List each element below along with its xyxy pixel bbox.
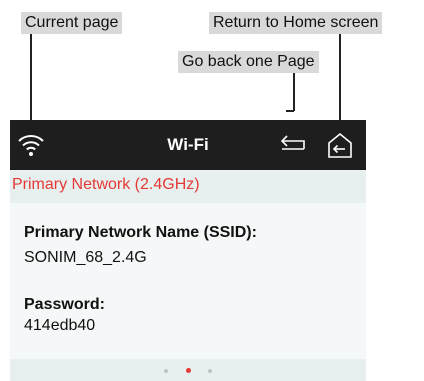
leader-return-home (339, 34, 341, 128)
leader-go-back-hook (286, 110, 294, 112)
page-title: Wi-Fi (167, 135, 209, 154)
callout-go-back: Go back one Page (178, 51, 319, 73)
page-indicator (10, 365, 366, 377)
password-label: Password: (24, 296, 105, 313)
page-dot (164, 369, 168, 373)
section-header: Primary Network (2.4GHz) (12, 176, 200, 193)
top-bar: Wi-Fi (10, 120, 366, 170)
home-back-icon[interactable] (326, 131, 354, 159)
page-dot-active (186, 368, 191, 373)
network-card: Primary Network Name (SSID): SONIM_68_2.… (10, 203, 366, 359)
password-value: 414edb40 (24, 317, 96, 334)
leader-go-back (293, 73, 295, 111)
leader-current-page (30, 34, 32, 120)
page-dot (208, 369, 212, 373)
callout-current-page: Current page (21, 12, 123, 34)
ssid-label: Primary Network Name (SSID): (24, 224, 257, 241)
back-arrow-icon[interactable] (278, 135, 308, 155)
callout-return-home: Return to Home screen (209, 12, 383, 34)
device-screen: Wi-Fi Primary Network (2.4GHz) Primary N… (10, 120, 366, 381)
ssid-value: SONIM_68_2.4G (24, 249, 147, 266)
